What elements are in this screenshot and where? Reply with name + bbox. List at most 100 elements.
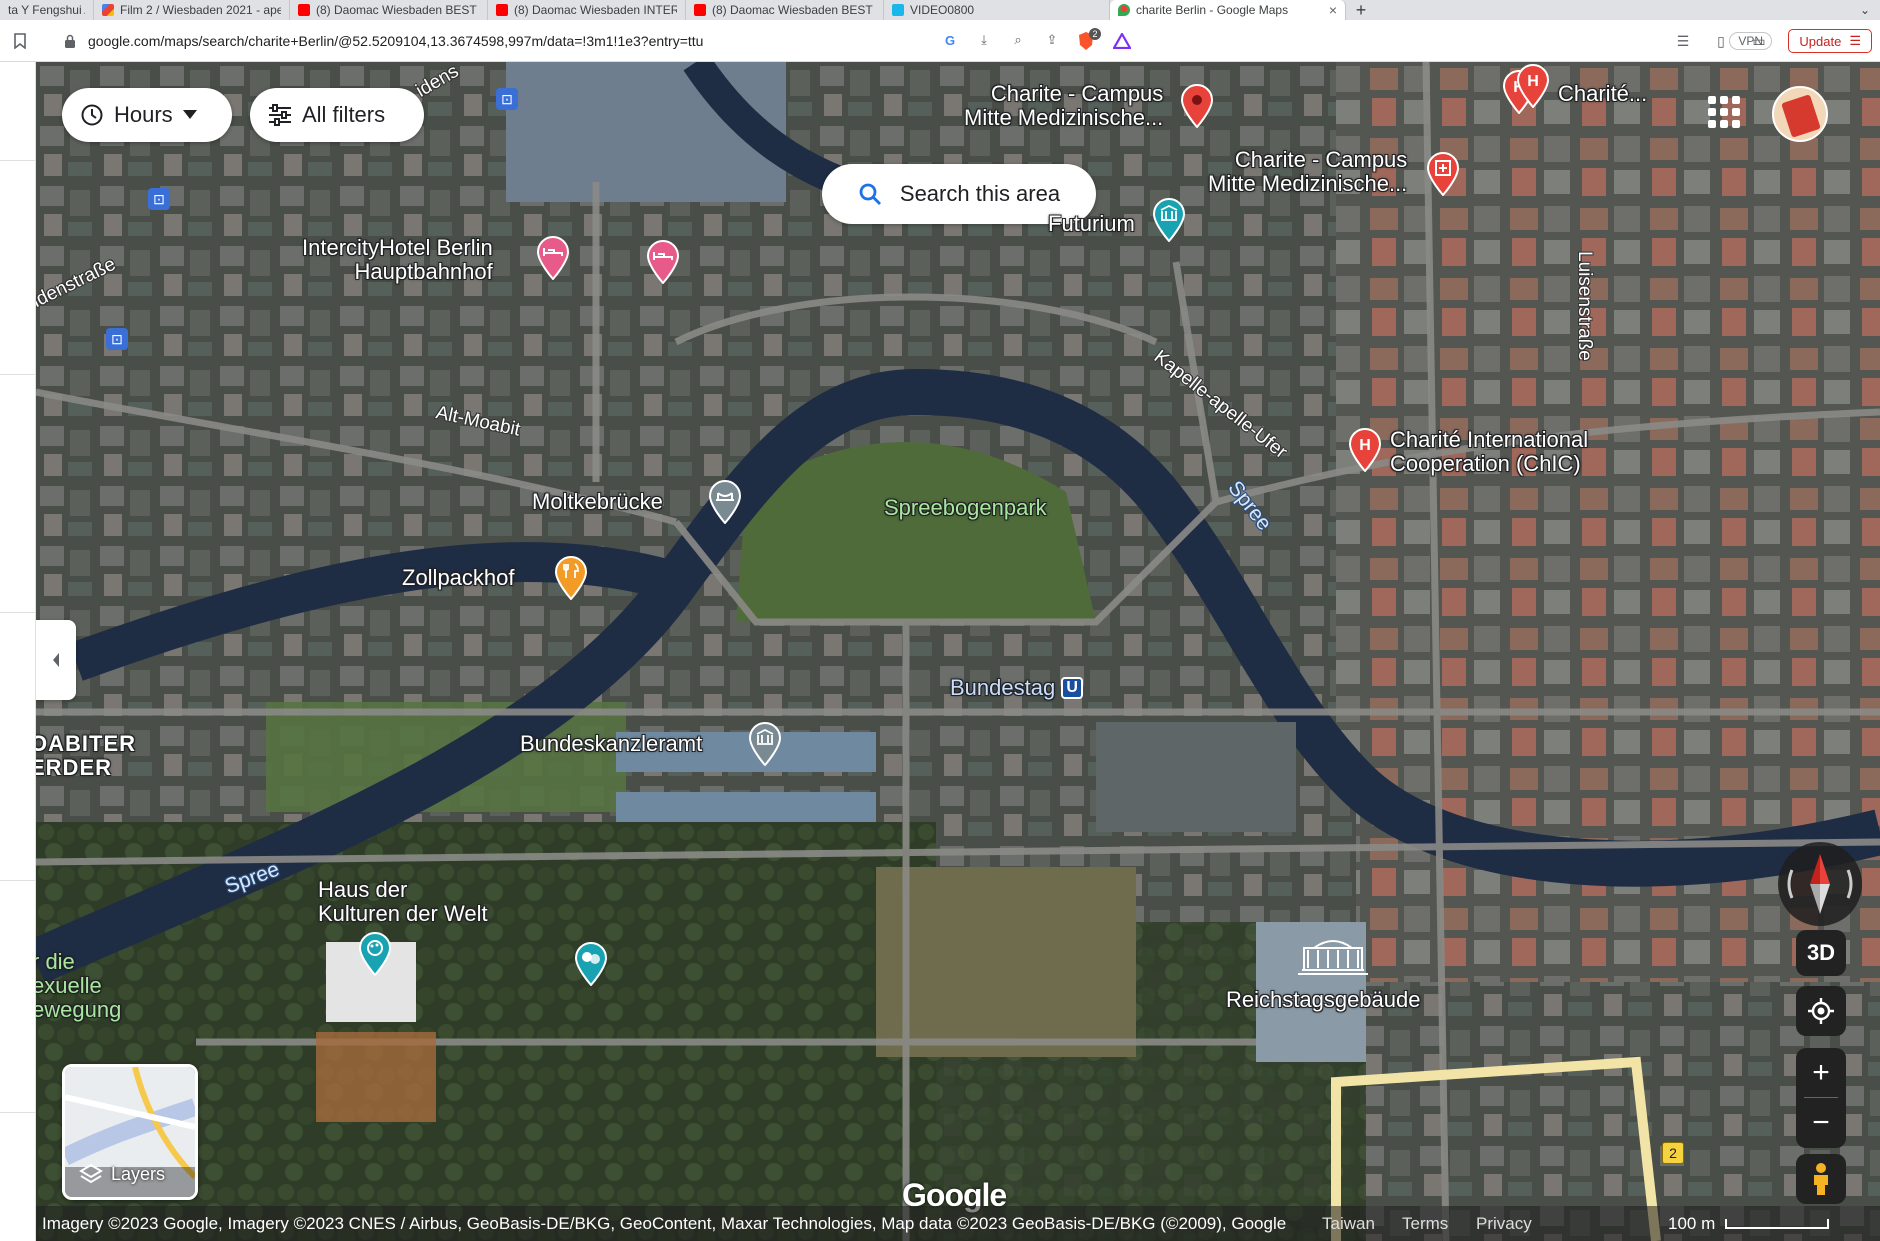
- url-text: google.com/maps/search/charite+Berlin/@5…: [88, 32, 704, 49]
- 3d-toggle-button[interactable]: 3D: [1796, 930, 1846, 976]
- place-label-bundestag[interactable]: Bundestag U: [950, 676, 1084, 700]
- close-tab-icon[interactable]: ×: [1321, 2, 1337, 18]
- government-pin-icon[interactable]: [748, 722, 782, 766]
- browser-tab[interactable]: ta Y Fengshui Abs: [0, 0, 94, 20]
- street-view-pegman-button[interactable]: [1796, 1154, 1846, 1204]
- tab-search-chevron-icon[interactable]: ⌄: [1850, 0, 1880, 20]
- caret-down-icon: [182, 110, 197, 119]
- account-avatar[interactable]: [1772, 86, 1828, 142]
- gmail-icon: [102, 4, 114, 16]
- menu-icon: ☰: [1849, 33, 1861, 48]
- red-location-pin-icon[interactable]: [1180, 84, 1214, 128]
- svg-text:H: H: [1527, 73, 1539, 90]
- place-label-zollpackhof[interactable]: Zollpackhof: [402, 566, 515, 590]
- chevron-left-icon: [53, 653, 59, 667]
- google-lens-icon[interactable]: G: [940, 30, 960, 50]
- youtube-icon: [298, 4, 310, 16]
- area-label-line: OABITER: [36, 731, 136, 756]
- share-icon[interactable]: ⇪: [1042, 30, 1062, 50]
- place-label-charite-top[interactable]: Charité...: [1558, 82, 1647, 106]
- browser-tab-active[interactable]: charite Berlin - Google Maps ×: [1110, 0, 1346, 20]
- hours-label: Hours: [114, 102, 173, 127]
- my-location-button[interactable]: [1796, 986, 1846, 1036]
- place-label-reichstag[interactable]: Reichstagsgebäude: [1226, 988, 1420, 1012]
- new-tab-button[interactable]: +: [1346, 0, 1376, 20]
- hospital-pin-icon[interactable]: H: [1348, 428, 1382, 472]
- terms-link[interactable]: Terms: [1402, 1214, 1448, 1234]
- place-label-charite-international[interactable]: Charité International Cooperation (ChIC): [1390, 428, 1588, 476]
- tab-title: VIDEO0800: [910, 3, 975, 17]
- browser-tab[interactable]: (8) Daomac Wiesbaden INTERVIEW: [488, 0, 686, 20]
- arts-pin-icon[interactable]: [358, 932, 392, 976]
- bridge-pin-icon[interactable]: [708, 480, 742, 524]
- google-apps-icon[interactable]: [1708, 96, 1740, 128]
- tram-stop-icon[interactable]: ⊡: [106, 328, 128, 350]
- map-canvas[interactable]: Hours All filters Search this area ⊡ ⊡ ⊡…: [36, 62, 1880, 1241]
- place-label-line: Haus der: [318, 877, 408, 902]
- place-label-intercity-hotel[interactable]: IntercityHotel Berlin Hauptbahnhof: [302, 236, 493, 284]
- area-label-line: r die: [36, 949, 75, 974]
- place-label-moltkebruecke[interactable]: Moltkebrücke: [532, 490, 663, 514]
- panel-divider: [0, 374, 36, 375]
- layers-button[interactable]: Layers: [62, 1064, 198, 1200]
- all-filters-button[interactable]: All filters: [250, 88, 424, 142]
- install-app-icon[interactable]: ⤓: [974, 30, 994, 50]
- search-icon: [859, 183, 881, 205]
- scale-label: 100 m: [1668, 1214, 1716, 1233]
- place-label-charite-campus-1[interactable]: Charite - Campus Mitte Medizinische...: [964, 82, 1163, 130]
- browser-tab[interactable]: Film 2 / Wiesbaden 2021 - apenatar: [94, 0, 290, 20]
- place-label-line: Mitte Medizinische...: [1208, 171, 1408, 196]
- collapse-panel-button[interactable]: [36, 620, 76, 700]
- panel-divider: [0, 880, 36, 881]
- zoom-in-button[interactable]: +: [1796, 1048, 1846, 1097]
- all-filters-label: All filters: [302, 102, 386, 127]
- museum-pin-icon[interactable]: [1152, 198, 1186, 242]
- tram-stop-icon[interactable]: ⊡: [496, 88, 518, 110]
- tab-title: (8) Daomac Wiesbaden INTERVIEW: [514, 3, 677, 17]
- place-label-futurium[interactable]: Futurium: [1048, 212, 1135, 236]
- reichstag-landmark-icon[interactable]: [1294, 934, 1372, 976]
- browser-tab[interactable]: (8) Daomac Wiesbaden BEST OF -: [686, 0, 884, 20]
- hotel-pin-icon[interactable]: [646, 240, 680, 284]
- street-label-luisenstrasse: Luisenstraße: [1574, 251, 1595, 361]
- zoom-control: + −: [1796, 1048, 1846, 1148]
- compass-control[interactable]: [1778, 842, 1862, 926]
- place-label-bundeskanzleramt[interactable]: Bundeskanzleramt: [520, 732, 702, 756]
- hotel-pin-icon[interactable]: [536, 236, 570, 280]
- layers-label: Layers: [111, 1164, 166, 1184]
- update-label: Update: [1799, 33, 1842, 49]
- hospital-building-pin-icon[interactable]: [1426, 152, 1460, 196]
- brave-shield-icon[interactable]: 2: [1075, 28, 1101, 52]
- theater-pin-icon[interactable]: [574, 942, 608, 986]
- vpn-button[interactable]: VPN: [1729, 32, 1772, 50]
- vpn-label: VPN: [1738, 34, 1763, 48]
- hours-filter-button[interactable]: Hours: [62, 88, 232, 142]
- results-side-panel: [0, 62, 36, 1241]
- vimeo-icon: [892, 4, 904, 16]
- filter-sliders-icon: [269, 104, 291, 126]
- place-label-line: Charité International: [1390, 427, 1589, 452]
- omnibox-actions: G ⤓ ⌕ ⇪: [940, 30, 1062, 50]
- zoom-icon[interactable]: ⌕: [1008, 30, 1028, 50]
- tram-stop-icon[interactable]: ⊡: [148, 188, 170, 210]
- restaurant-pin-icon[interactable]: [554, 556, 588, 600]
- place-label-haus-der-kulturen[interactable]: Haus der Kulturen der Welt: [318, 878, 488, 926]
- bookmark-icon[interactable]: [0, 32, 40, 49]
- browser-tab[interactable]: (8) Daomac Wiesbaden BEST OF -: [290, 0, 488, 20]
- tab-title: (8) Daomac Wiesbaden BEST OF -: [316, 3, 479, 17]
- area-label-line: ERDER: [36, 755, 113, 780]
- taiwan-link[interactable]: Taiwan: [1322, 1214, 1375, 1234]
- place-label-charite-campus-2[interactable]: Charite - Campus Mitte Medizinische...: [1208, 148, 1407, 196]
- browser-tab[interactable]: VIDEO0800: [884, 0, 1110, 20]
- scale-bar[interactable]: 100 m: [1668, 1214, 1830, 1234]
- place-label-spreebogenpark[interactable]: Spreebogenpark: [884, 496, 1047, 520]
- brave-rewards-icon[interactable]: [1111, 30, 1133, 52]
- zoom-out-button[interactable]: −: [1796, 1098, 1846, 1148]
- scale-bar-line: [1725, 1219, 1830, 1229]
- place-label-line: Cooperation (ChIC): [1390, 451, 1581, 476]
- hospital-pin-icon[interactable]: H: [1516, 64, 1550, 108]
- browser-tab-bar: ta Y Fengshui Abs Film 2 / Wiesbaden 202…: [0, 0, 1880, 20]
- reading-list-icon[interactable]: ☰: [1672, 30, 1694, 52]
- privacy-link[interactable]: Privacy: [1476, 1214, 1532, 1234]
- update-button[interactable]: Update ☰: [1788, 29, 1872, 53]
